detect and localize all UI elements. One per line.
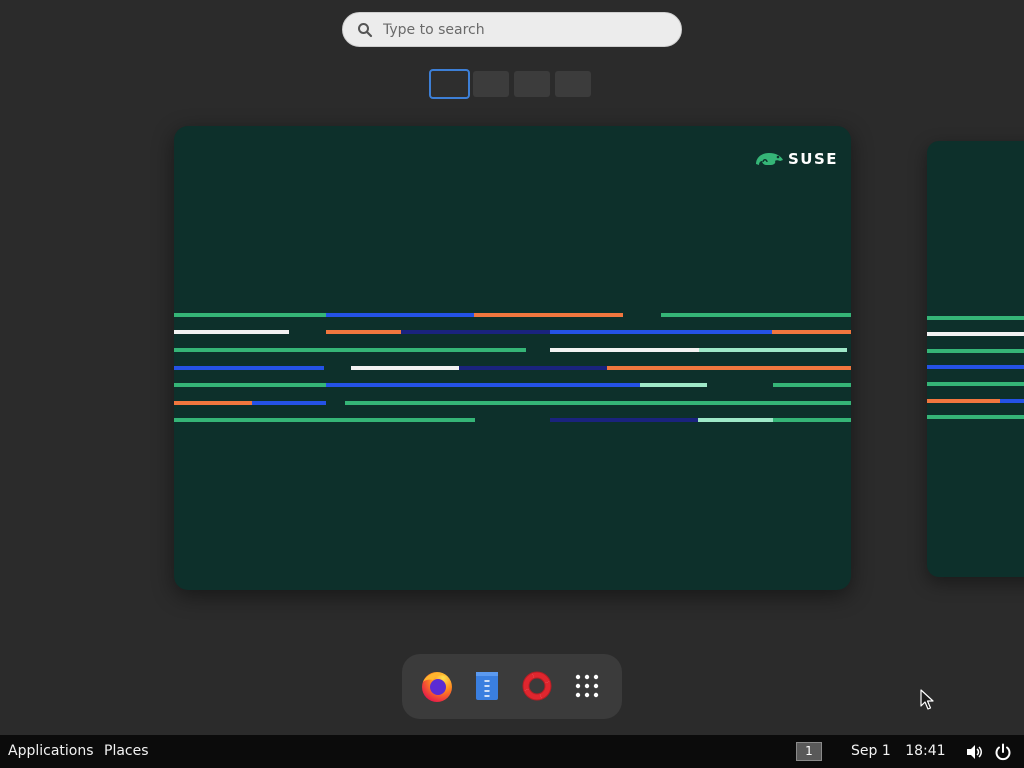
search-icon bbox=[358, 23, 373, 38]
applications-menu[interactable]: Applications bbox=[8, 735, 94, 768]
workspace-thumbnail-4[interactable] bbox=[555, 71, 591, 97]
workspace-preview-current[interactable]: SUSE bbox=[174, 126, 851, 590]
dash-item-firefox[interactable] bbox=[419, 668, 455, 704]
app-grid-icon bbox=[575, 674, 599, 698]
chameleon-icon bbox=[756, 153, 783, 165]
clock-time: 18:41 bbox=[905, 743, 946, 759]
volume-icon[interactable] bbox=[965, 743, 983, 761]
mouse-cursor-icon bbox=[920, 689, 934, 710]
firefox-icon bbox=[422, 672, 452, 702]
workspace-thumbnail-3[interactable] bbox=[514, 71, 550, 97]
bottom-panel: Applications Places 1 Sep 1 18:41 bbox=[0, 735, 1024, 768]
places-menu[interactable]: Places bbox=[104, 735, 149, 768]
dash-item-help[interactable] bbox=[519, 668, 555, 704]
search-input[interactable] bbox=[383, 13, 667, 46]
wallpaper-stripes-next bbox=[927, 316, 1024, 419]
search-bar[interactable] bbox=[342, 12, 682, 47]
text-editor-icon bbox=[476, 672, 498, 700]
clock-date: Sep 1 bbox=[851, 743, 891, 759]
power-icon[interactable] bbox=[994, 743, 1012, 761]
dash bbox=[402, 654, 622, 719]
workspace-thumbnail-1[interactable] bbox=[429, 69, 470, 99]
wallpaper-stripes bbox=[174, 313, 851, 422]
clock[interactable]: Sep 1 18:41 bbox=[851, 735, 946, 768]
dash-item-show-apps[interactable] bbox=[569, 668, 605, 704]
suse-wordmark: SUSE bbox=[788, 150, 839, 168]
workspace-thumbnails bbox=[0, 69, 1024, 99]
help-lifebuoy-icon bbox=[522, 671, 552, 701]
workspace-preview-next[interactable] bbox=[927, 141, 1024, 577]
workspace-indicator[interactable]: 1 bbox=[796, 742, 822, 761]
workspace-thumbnail-2[interactable] bbox=[473, 71, 509, 97]
dash-item-text-editor[interactable] bbox=[469, 668, 505, 704]
suse-logo: SUSE bbox=[754, 150, 838, 168]
